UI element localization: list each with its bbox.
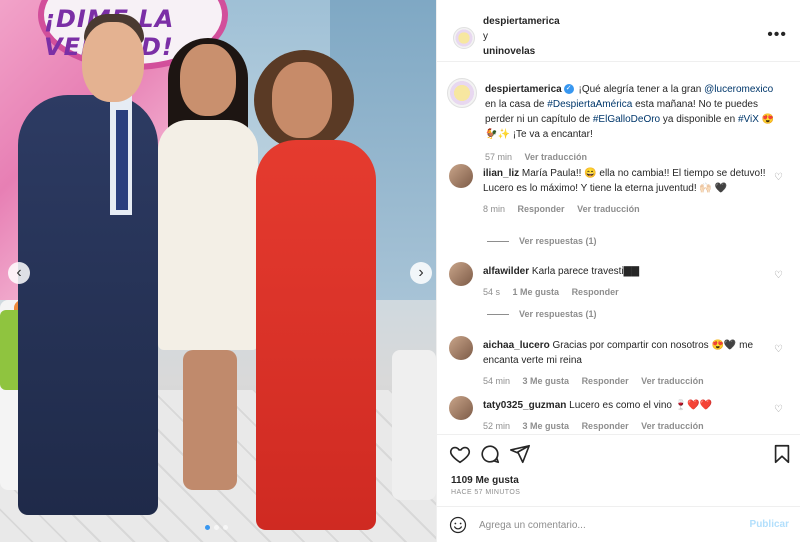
host-woman-face bbox=[272, 62, 332, 138]
bookmark-icon[interactable] bbox=[771, 443, 793, 465]
post-actions: 1109 Me gusta HACE 57 MINUTOS bbox=[437, 434, 800, 498]
chevron-right-icon[interactable]: › bbox=[410, 262, 432, 284]
carousel-dot bbox=[223, 525, 228, 530]
commenter-avatar[interactable] bbox=[449, 262, 473, 286]
comment-composer: Publicar bbox=[437, 506, 800, 542]
comment-translate-link[interactable]: Ver traducción bbox=[641, 421, 704, 431]
host-man-suit bbox=[18, 95, 158, 515]
carousel-dots bbox=[205, 525, 228, 530]
comment-like-heart-icon[interactable]: ♡ bbox=[774, 404, 783, 415]
emoji-smile-icon[interactable] bbox=[449, 516, 467, 534]
replies-divider-line bbox=[487, 313, 509, 315]
caption-hashtag-despiertaamerica[interactable]: #DespiertaAmérica bbox=[547, 99, 632, 110]
share-paper-plane-icon[interactable] bbox=[509, 443, 531, 465]
likes-count[interactable]: 1109 Me gusta bbox=[451, 475, 519, 486]
caption-time: 57 min bbox=[485, 152, 513, 162]
more-horizontal-icon[interactable]: ••• bbox=[767, 26, 787, 44]
chair bbox=[392, 350, 436, 500]
post-header: despiertamerica y uninovelas ••• bbox=[437, 0, 800, 62]
comment-reply-link[interactable]: Responder bbox=[582, 421, 629, 431]
comment-meta: 54 s 1 Me gusta Responder bbox=[483, 285, 769, 300]
post-authors: despiertamerica y uninovelas bbox=[483, 14, 560, 59]
comment-likes-count[interactable]: 3 Me gusta bbox=[523, 376, 570, 386]
host-man-tie bbox=[116, 110, 128, 210]
comment-like-heart-icon[interactable]: ♡ bbox=[774, 344, 783, 355]
collaborator-username[interactable]: uninovelas bbox=[483, 46, 535, 57]
view-replies-label: Ver respuestas (1) bbox=[519, 236, 597, 246]
post-photo[interactable]: ¡DIME LA VERDAD! ‹ › bbox=[0, 0, 436, 542]
host-woman-red-outfit bbox=[256, 140, 376, 530]
comment-meta: 8 min Responder Ver traducción bbox=[483, 202, 769, 217]
caption-text-4: ya disponible en bbox=[662, 114, 736, 125]
comment-username[interactable]: taty0325_guzman bbox=[483, 400, 566, 411]
comment-reply-link[interactable]: Responder bbox=[582, 376, 629, 386]
carousel-dot-active bbox=[205, 525, 210, 530]
comment-username[interactable]: alfawilder bbox=[483, 266, 529, 277]
comment-username[interactable]: aichaa_lucero bbox=[483, 340, 550, 351]
caption-mention[interactable]: @luceromexico bbox=[704, 84, 773, 95]
comment-time: 54 min bbox=[483, 376, 511, 386]
comment-like-heart-icon[interactable]: ♡ bbox=[774, 270, 783, 281]
host-man-face bbox=[82, 22, 144, 102]
comments-feed[interactable]: despiertamerica ✓ ¡Qué alegría tener a la… bbox=[437, 62, 800, 434]
commenter-avatar[interactable] bbox=[449, 396, 473, 420]
caption-hashtag-elgallodeoro[interactable]: #ElGalloDeOro bbox=[593, 114, 660, 125]
collaborator-joiner: y bbox=[483, 31, 488, 42]
chevron-left-icon[interactable]: ‹ bbox=[8, 262, 30, 284]
comment-like-heart-icon[interactable]: ♡ bbox=[774, 172, 783, 183]
comment-reply-link[interactable]: Responder bbox=[518, 204, 565, 214]
comment-translate-link[interactable]: Ver traducción bbox=[641, 376, 704, 386]
caption-author[interactable]: despiertamerica bbox=[485, 84, 562, 95]
caption-translate-link[interactable]: Ver traducción bbox=[525, 152, 588, 162]
caption-avatar[interactable] bbox=[447, 78, 477, 108]
comment-meta: 52 min 3 Me gusta Responder Ver traducci… bbox=[483, 419, 769, 434]
comment-text: María Paula!! 😄 ella no cambia!! El tiem… bbox=[483, 168, 766, 194]
comment-time: 8 min bbox=[483, 204, 506, 214]
caption-meta: 57 min Ver traducción bbox=[485, 150, 785, 165]
posted-ago: HACE 57 MINUTOS bbox=[451, 489, 521, 496]
comment-username[interactable]: ilian_liz bbox=[483, 168, 519, 179]
guest-woman-legs bbox=[183, 350, 237, 490]
comment-likes-count[interactable]: 3 Me gusta bbox=[523, 421, 570, 431]
heart-icon[interactable] bbox=[449, 443, 471, 465]
caption-text-2: en la casa de bbox=[485, 99, 545, 110]
guest-woman-face bbox=[180, 44, 236, 116]
comment-text: Karla parece travesti▇▇ bbox=[531, 266, 640, 277]
caption-hashtag-vix[interactable]: #ViX bbox=[738, 114, 759, 125]
author-avatar[interactable] bbox=[453, 27, 475, 49]
comment-time: 54 s bbox=[483, 287, 501, 297]
caption-text-5: ¡Te va a encantar! bbox=[512, 129, 593, 140]
comment-reply-link[interactable]: Responder bbox=[572, 287, 619, 297]
caption-text-1: ¡Qué alegría tener a la gran bbox=[578, 84, 702, 95]
view-replies-button[interactable]: Ver respuestas (1) bbox=[487, 236, 597, 246]
comment-text: Lucero es como el vino 🍷❤️❤️ bbox=[569, 400, 713, 411]
comment-meta: 54 min 3 Me gusta Responder Ver traducci… bbox=[483, 374, 769, 389]
commenter-avatar[interactable] bbox=[449, 164, 473, 188]
comment-translate-link[interactable]: Ver traducción bbox=[577, 204, 640, 214]
author-username[interactable]: despiertamerica bbox=[483, 16, 560, 27]
publish-comment-button[interactable]: Publicar bbox=[750, 519, 789, 530]
guest-woman-white-outfit bbox=[158, 120, 258, 350]
post-side-panel: despiertamerica y uninovelas ••• despier… bbox=[436, 0, 800, 542]
commenter-avatar[interactable] bbox=[449, 336, 473, 360]
carousel-dot bbox=[214, 525, 219, 530]
comment-input[interactable] bbox=[479, 516, 729, 534]
verified-badge-icon: ✓ bbox=[563, 84, 574, 95]
replies-divider-line bbox=[487, 240, 509, 242]
view-replies-label: Ver respuestas (1) bbox=[519, 309, 597, 319]
comment-time: 52 min bbox=[483, 421, 511, 431]
view-replies-button[interactable]: Ver respuestas (1) bbox=[487, 309, 597, 319]
comment-likes-count[interactable]: 1 Me gusta bbox=[513, 287, 560, 297]
comment-bubble-icon[interactable] bbox=[479, 443, 501, 465]
